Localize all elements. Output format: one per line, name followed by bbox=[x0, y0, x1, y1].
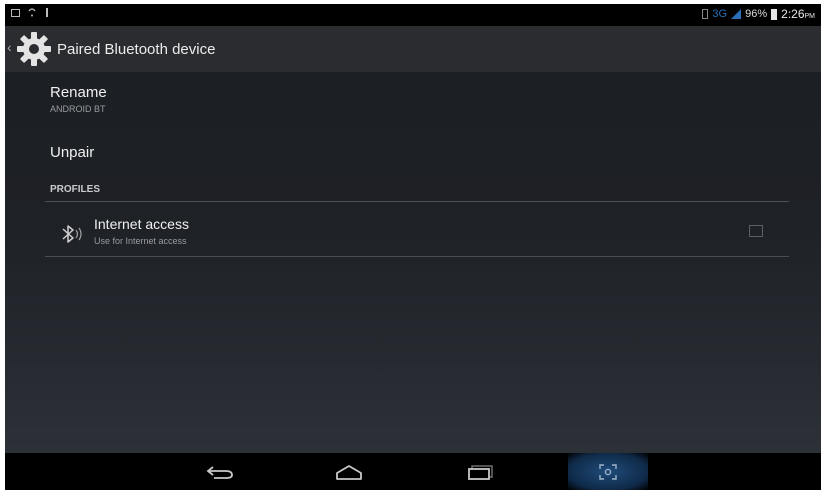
battery-icon bbox=[771, 8, 778, 20]
gear-icon bbox=[17, 32, 51, 66]
back-icon bbox=[206, 465, 233, 479]
page-title: Paired Bluetooth device bbox=[57, 41, 216, 58]
screenshot-icon bbox=[599, 463, 617, 480]
battery-percent: 96% bbox=[745, 8, 768, 20]
internet-access-subtitle: Use for Internet access bbox=[94, 236, 187, 246]
signal-icon bbox=[731, 9, 742, 19]
up-caret-icon: ‹ bbox=[7, 39, 12, 55]
status-bar: 3G 96% 2:26PM bbox=[5, 4, 821, 26]
rename-subtitle: ANDROID BT bbox=[50, 104, 106, 114]
unpair-title: Unpair bbox=[50, 144, 95, 161]
home-icon bbox=[336, 464, 362, 480]
usb-icon bbox=[46, 8, 48, 17]
recents-button[interactable] bbox=[446, 453, 516, 490]
bluetooth-icon bbox=[62, 225, 82, 243]
rename-title: Rename bbox=[50, 84, 107, 101]
screen: 3G 96% 2:26PM ‹ Paired Bluetooth device … bbox=[5, 4, 821, 490]
back-button[interactable] bbox=[185, 453, 255, 490]
network-type: 3G bbox=[712, 8, 728, 20]
screenshot-notification-icon bbox=[11, 8, 20, 17]
home-button[interactable] bbox=[314, 453, 384, 490]
clock-time: 2:26 bbox=[781, 7, 805, 21]
profile-row-divider bbox=[45, 256, 789, 257]
clock-ampm: PM bbox=[804, 13, 816, 20]
sim-icon bbox=[702, 9, 709, 19]
notification-icons bbox=[11, 8, 50, 17]
profiles-header: PROFILES bbox=[50, 184, 101, 195]
screenshot-button[interactable] bbox=[568, 453, 648, 490]
internet-access-checkbox[interactable] bbox=[749, 225, 763, 237]
wifi-question-icon bbox=[28, 8, 36, 17]
internet-access-title: Internet access bbox=[94, 216, 189, 232]
navigation-bar bbox=[5, 453, 821, 490]
recents-icon bbox=[468, 464, 493, 480]
clock: 2:26PM bbox=[781, 7, 815, 21]
action-bar: ‹ Paired Bluetooth device bbox=[5, 26, 821, 72]
profiles-divider bbox=[45, 201, 789, 202]
status-indicators: 3G 96% 2:26PM bbox=[702, 7, 815, 21]
